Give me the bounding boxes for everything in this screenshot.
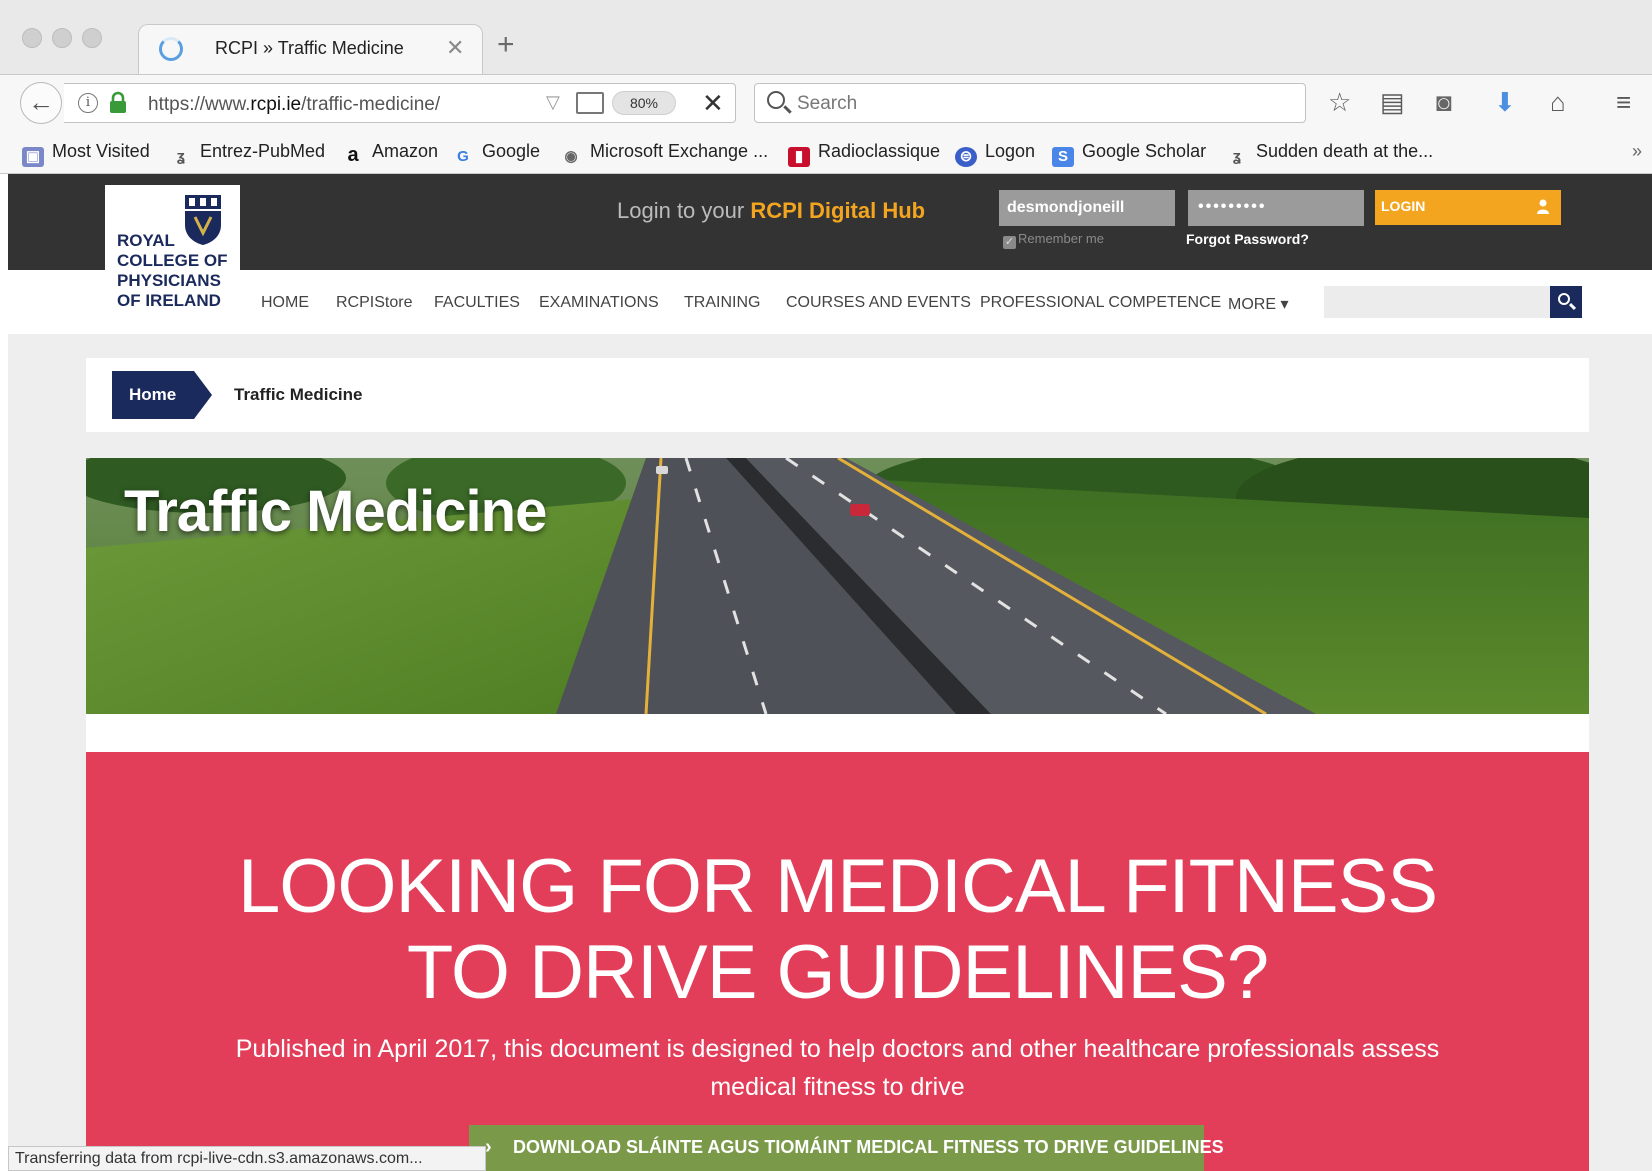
breadcrumb-home[interactable]: Home bbox=[112, 371, 212, 419]
info-icon[interactable]: i bbox=[78, 93, 98, 113]
bookmark-logon[interactable]: ⊜ Logon bbox=[955, 141, 1035, 167]
chevron-right-icon: › bbox=[485, 1136, 492, 1158]
loading-spinner-icon bbox=[159, 37, 183, 61]
user-icon bbox=[1537, 199, 1549, 214]
bookmark-google-scholar[interactable]: S Google Scholar bbox=[1052, 141, 1206, 167]
globe-icon: ◉ bbox=[564, 148, 578, 165]
nav-home[interactable]: HOME bbox=[261, 294, 309, 312]
promo-description: Published in April 2017, this document i… bbox=[235, 1035, 1440, 1101]
scholar-icon: S bbox=[1052, 147, 1074, 167]
bookmark-amazon[interactable]: a Amazon bbox=[342, 141, 438, 165]
window-minimize-dot[interactable] bbox=[52, 28, 72, 48]
search-placeholder: Search bbox=[797, 93, 858, 114]
tab-title: RCPI » Traffic Medicine bbox=[215, 38, 404, 58]
nav-examinations[interactable]: EXAMINATIONS bbox=[539, 294, 659, 312]
login-button[interactable]: LOGIN bbox=[1375, 190, 1561, 225]
window-close-dot[interactable] bbox=[22, 28, 42, 48]
bookmark-google[interactable]: G Google bbox=[452, 141, 540, 167]
download-guidelines-button[interactable]: › DOWNLOAD SLÁINTE AGUS TIOMÁINT MEDICAL… bbox=[469, 1125, 1224, 1171]
bookmark-star-icon[interactable]: ☆ bbox=[1328, 85, 1351, 119]
download-arrow-icon[interactable]: ⬇ bbox=[1494, 85, 1516, 119]
google-icon: G bbox=[457, 148, 469, 165]
spacer bbox=[86, 714, 1589, 752]
search-icon bbox=[1558, 293, 1570, 305]
zoom-level[interactable]: 80% bbox=[612, 91, 676, 115]
nav-professional-competence[interactable]: PROFESSIONAL COMPETENCE bbox=[980, 294, 1221, 312]
lock-icon: ⊜ bbox=[955, 147, 977, 167]
breadcrumb: Home Traffic Medicine bbox=[86, 358, 1589, 432]
menu-hamburger-icon[interactable]: ≡ bbox=[1616, 85, 1631, 119]
nav-courses-and-events[interactable]: COURSES AND EVENTS bbox=[786, 294, 971, 312]
pocket-icon[interactable]: ◙ bbox=[1436, 85, 1452, 119]
dna-icon: ʓ bbox=[1233, 148, 1241, 165]
back-arrow-icon[interactable]: ← bbox=[20, 82, 62, 124]
amazon-icon: a bbox=[347, 144, 359, 166]
nav-training[interactable]: TRAINING bbox=[684, 294, 760, 312]
breadcrumb-current: Traffic Medicine bbox=[234, 385, 363, 404]
bookmark-microsoft-exchange[interactable]: ◉ Microsoft Exchange ... bbox=[560, 141, 768, 167]
rcpi-logo[interactable]: ROYAL COLLEGE OF PHYSICIANS OF IRELAND bbox=[105, 185, 240, 315]
forgot-password-link[interactable]: Forgot Password? bbox=[1186, 231, 1309, 247]
browser-status-bar: Transferring data from rcpi-live-cdn.s3.… bbox=[8, 1146, 486, 1171]
nav-more-dropdown[interactable]: MORE ▾ bbox=[1228, 294, 1288, 314]
site-search-button[interactable] bbox=[1550, 286, 1582, 318]
browser-toolbar: ← i https://www.rcpi.ie/traffic-medicine… bbox=[0, 74, 1652, 130]
guidelines-promo: LOOKING FOR MEDICAL FITNESS TO DRIVE GUI… bbox=[86, 752, 1589, 1171]
search-input[interactable]: Search bbox=[754, 83, 1306, 123]
browser-tab-strip: RCPI » Traffic Medicine ✕ + bbox=[0, 0, 1652, 74]
promo-heading: LOOKING FOR MEDICAL FITNESS TO DRIVE GUI… bbox=[237, 844, 1438, 1015]
new-tab-icon[interactable]: + bbox=[497, 30, 515, 60]
remember-me-checkbox[interactable]: ✓ Remember me bbox=[1003, 231, 1104, 249]
tab-close-icon[interactable]: ✕ bbox=[446, 35, 464, 61]
hero-banner: Traffic Medicine bbox=[86, 458, 1589, 714]
password-field[interactable]: ••••••••• bbox=[1188, 190, 1364, 226]
browser-tab[interactable]: RCPI » Traffic Medicine ✕ bbox=[138, 24, 483, 74]
bookmark-radioclassique[interactable]: ▮ Radioclassique bbox=[788, 141, 940, 167]
bookmark-sudden-death[interactable]: ʓ Sudden death at the... bbox=[1226, 141, 1433, 167]
folder-icon: ▣ bbox=[22, 147, 44, 167]
nav-faculties[interactable]: FACULTIES bbox=[434, 294, 520, 312]
main-navigation: HOME RCPIStore FACULTIES EXAMINATIONS TR… bbox=[8, 270, 1652, 334]
search-icon bbox=[767, 91, 785, 109]
logo-wordmark: ROYAL COLLEGE OF PHYSICIANS OF IRELAND bbox=[117, 231, 228, 310]
stop-loading-icon[interactable]: ✕ bbox=[702, 88, 724, 119]
nav-rcpistore[interactable]: RCPIStore bbox=[336, 294, 412, 312]
padlock-icon bbox=[110, 91, 126, 113]
bookmarks-overflow-icon[interactable]: » bbox=[1632, 141, 1642, 162]
dna-icon: ʓ bbox=[177, 148, 185, 165]
username-field[interactable] bbox=[999, 190, 1175, 226]
login-prompt: Login to your RCPI Digital Hub bbox=[617, 198, 926, 223]
reader-view-icon[interactable] bbox=[576, 92, 604, 114]
radio-icon: ▮ bbox=[788, 147, 810, 167]
address-bar[interactable]: i https://www.rcpi.ie/traffic-medicine/ … bbox=[64, 83, 736, 123]
bookmarks-bar: ▣ Most Visited ʓ Entrez-PubMed a Amazon G Go… bbox=[0, 130, 1652, 174]
site-search-input[interactable] bbox=[1324, 286, 1550, 318]
hero-title: Traffic Medicine bbox=[124, 479, 547, 544]
window-zoom-dot[interactable] bbox=[82, 28, 102, 48]
clipboard-icon[interactable]: ▤ bbox=[1380, 85, 1405, 119]
filter-dropdown-icon[interactable]: ▽ bbox=[546, 92, 560, 113]
home-icon[interactable]: ⌂ bbox=[1550, 85, 1566, 119]
url-text[interactable]: https://www.rcpi.ie/traffic-medicine/ bbox=[148, 94, 440, 116]
bookmark-entrez-pubmed[interactable]: ʓ Entrez-PubMed bbox=[170, 141, 325, 167]
digital-hub-label: RCPI Digital Hub bbox=[750, 198, 926, 223]
bookmark-most-visited[interactable]: ▣ Most Visited bbox=[22, 141, 150, 167]
checkbox-icon[interactable]: ✓ bbox=[1003, 236, 1016, 249]
